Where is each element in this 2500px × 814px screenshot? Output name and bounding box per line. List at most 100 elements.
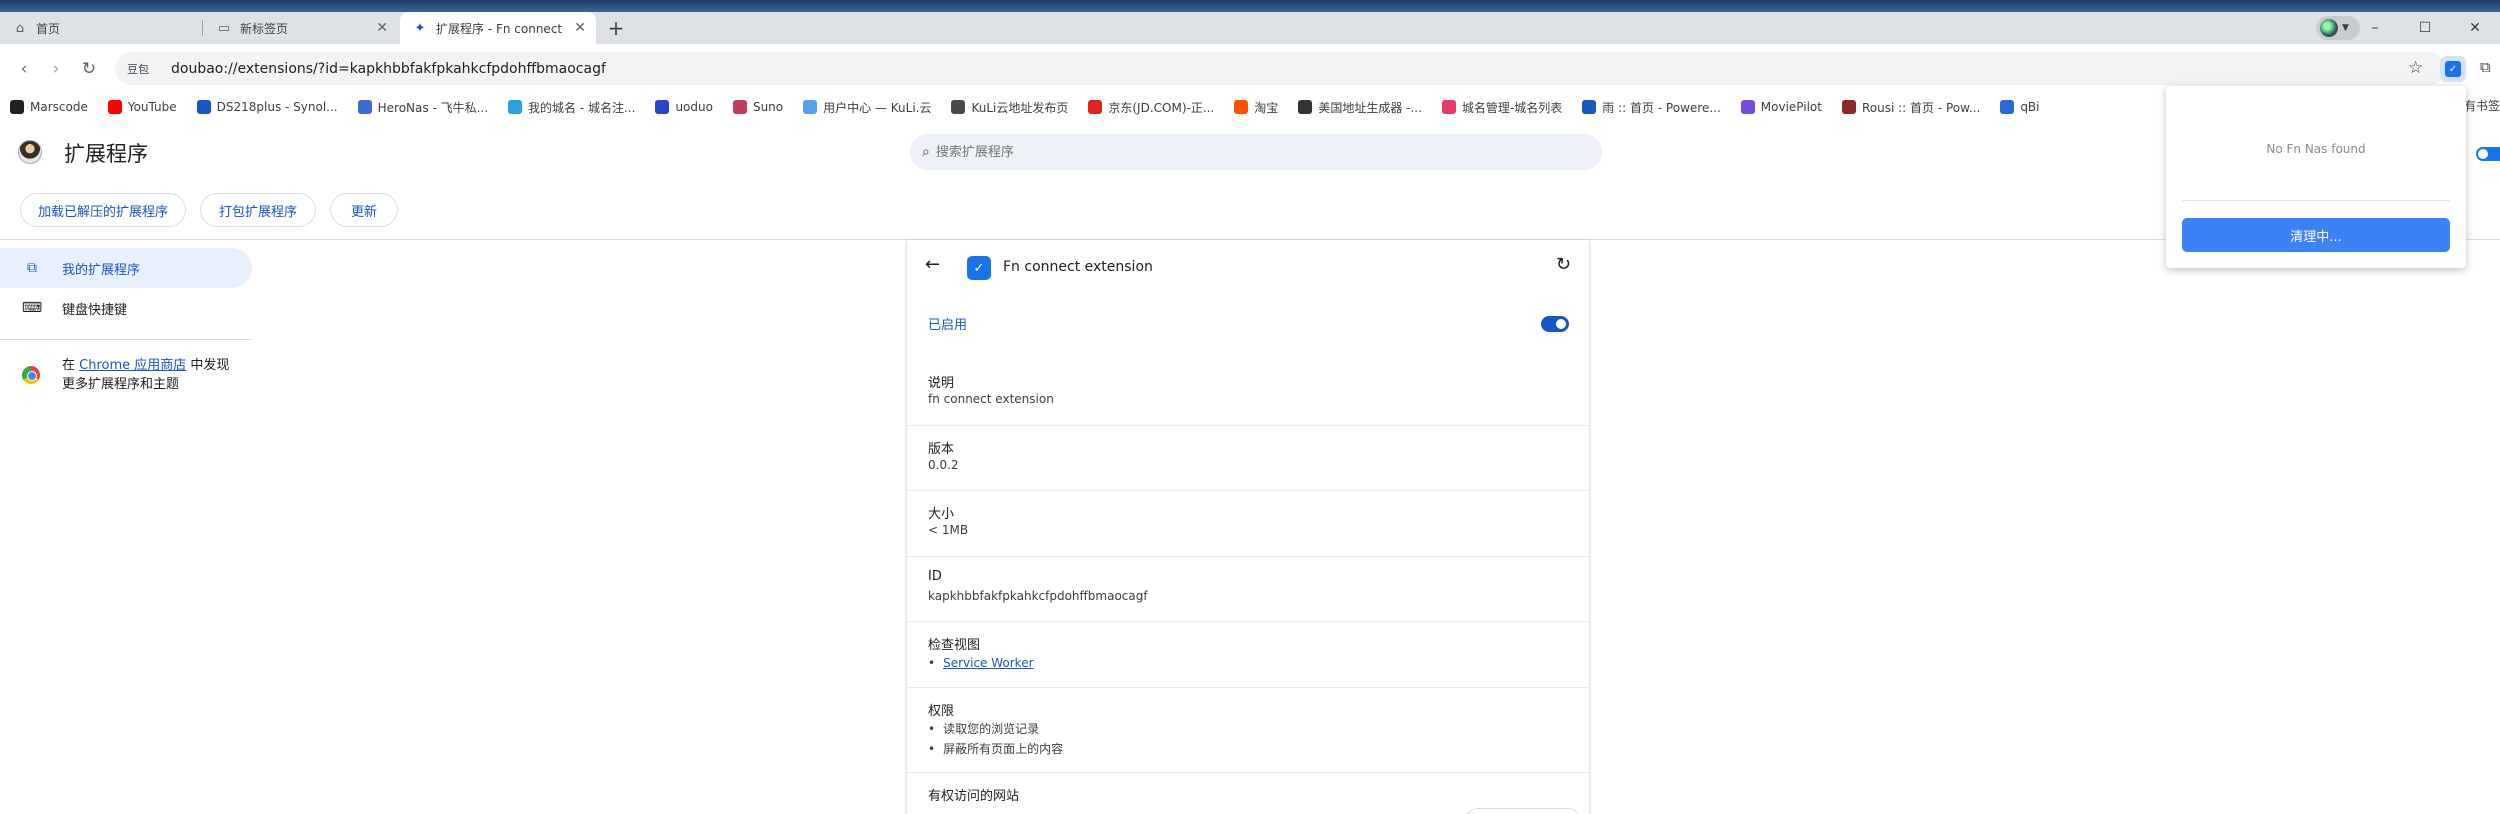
sidebar-item-keyboard-shortcuts[interactable]: ⌨ 键盘快捷键: [0, 288, 127, 328]
tab-label: 首页: [36, 21, 61, 36]
bookmark-item[interactable]: 雨 :: 首页 - Powere...: [1582, 99, 1721, 116]
enabled-toggle[interactable]: [1541, 316, 1569, 332]
bookmark-item[interactable]: Marscode: [10, 100, 88, 114]
search-box[interactable]: ⌕: [910, 134, 1602, 170]
other-bookmarks[interactable]: 有书签: [2461, 97, 2500, 114]
details-header: ← ✓ Fn connect extension ↻: [907, 240, 1589, 296]
id-label: ID: [928, 569, 942, 584]
close-icon[interactable]: ✕: [574, 20, 586, 36]
tab-label: 新标签页: [240, 21, 289, 36]
list-item: 屏蔽所有页面上的内容: [928, 739, 1063, 759]
maximize-icon[interactable]: ☐: [2400, 20, 2450, 36]
fn-connect-icon: ✓: [2445, 61, 2461, 77]
bookmark-item[interactable]: KuLi云地址发布页: [951, 99, 1068, 116]
back-arrow-icon[interactable]: ←: [925, 254, 940, 275]
minimize-icon[interactable]: –: [2350, 20, 2400, 36]
bookmark-label: KuLi云地址发布页: [971, 100, 1069, 115]
close-window-icon[interactable]: ✕: [2450, 20, 2500, 36]
bookmark-label: 我的城名 - 城名注...: [528, 100, 636, 115]
bookmark-item[interactable]: 美国地址生成器 -...: [1298, 99, 1422, 116]
service-worker-link[interactable]: Service Worker: [943, 656, 1033, 670]
tab-new-tab[interactable]: ▭ 新标签页 ✕: [204, 12, 398, 44]
bookmark-item[interactable]: 京东(JD.COM)-正...: [1088, 99, 1214, 116]
bookmark-favicon-icon: [732, 100, 747, 114]
bookmark-favicon-icon: [803, 100, 818, 114]
bookmark-item[interactable]: Suno: [732, 100, 784, 114]
extension-details-card: ← ✓ Fn connect extension ↻ 已启用 说明 fn con…: [907, 240, 1589, 814]
back-icon[interactable]: ‹: [13, 58, 35, 80]
site-chip[interactable]: 豆包: [127, 61, 149, 77]
list-item: Service Worker: [928, 653, 1033, 673]
pack-extension-button[interactable]: 打包扩展程序: [200, 193, 316, 227]
search-input[interactable]: [935, 144, 1536, 160]
bookmark-item[interactable]: HeroNas - 飞牛私...: [357, 99, 488, 116]
bookmark-label: 京东(JD.COM)-正...: [1108, 100, 1215, 115]
keyboard-icon: ⌨: [21, 300, 43, 316]
fn-connect-icon: ✓: [967, 256, 991, 280]
bookmark-favicon-icon: [1234, 100, 1249, 114]
chrome-web-store-link[interactable]: Chrome 应用商店: [79, 358, 186, 373]
bookmark-favicon-icon: [357, 100, 372, 114]
fn-connect-extension-button[interactable]: ✓: [2440, 56, 2466, 82]
bookmark-item[interactable]: 用户中心 — KuLi.云: [803, 99, 931, 116]
developer-mode-toggle[interactable]: [2476, 147, 2500, 161]
enabled-label: 已启用: [928, 318, 968, 333]
tab-extensions[interactable]: ✦ 扩展程序 - Fn connect ✕: [400, 12, 596, 44]
store-text-pre: 在: [62, 358, 80, 373]
site-access-label: 有权访问的网站: [928, 789, 1020, 804]
inspect-views-row: 检查视图 Service Worker: [907, 622, 1589, 688]
sidebar-item-my-extensions[interactable]: ⧉ 我的扩展程序: [0, 248, 252, 288]
bookmark-star-icon[interactable]: ☆: [2408, 58, 2423, 78]
inspect-views-label: 检查视图: [928, 638, 981, 653]
forward-icon[interactable]: ›: [45, 58, 67, 80]
bookmark-label: Marscode: [30, 100, 88, 114]
update-button[interactable]: 更新: [330, 193, 398, 227]
bookmark-label: Suno: [752, 100, 784, 114]
bookmark-label: uoduo: [675, 100, 713, 114]
tab-label: 扩展程序 - Fn connect: [436, 21, 563, 36]
bookmark-label: MoviePilot: [1760, 100, 1822, 114]
bookmark-item[interactable]: Rousi :: 首页 - Pow...: [1841, 99, 1981, 116]
bookmark-label: Rousi :: 首页 - Pow...: [1861, 100, 1981, 115]
bookmarks-bar: Marscode YouTube DS218plus - Synol... HeroN…: [0, 94, 2500, 120]
bookmark-item[interactable]: DS218plus - Synol...: [196, 100, 338, 114]
bookmark-label: 淘宝: [1254, 100, 1279, 115]
puzzle-icon: ⧉: [27, 260, 37, 276]
tab-home[interactable]: ⌂ 首页: [0, 12, 200, 44]
chrome-store-icon: [22, 366, 40, 384]
popup-message: No Fn Nas found: [2266, 142, 2366, 156]
bookmark-item[interactable]: uoduo: [655, 100, 713, 114]
bookmark-item[interactable]: 城名管理-城名列表: [1441, 99, 1563, 116]
reload-icon[interactable]: ↻: [78, 58, 100, 80]
bookmark-favicon-icon: [1582, 100, 1597, 114]
bookmark-item[interactable]: YouTube: [107, 100, 177, 114]
inspect-views-list: Service Worker: [928, 653, 1033, 673]
avatar: [2320, 19, 2338, 37]
bookmark-favicon-icon: [1740, 100, 1755, 114]
site-access-select[interactable]: [1467, 808, 1579, 814]
bookmark-label: qBi: [2020, 100, 2040, 114]
list-item: 读取您的浏览记录: [928, 719, 1063, 739]
description-row: 说明 fn connect extension: [907, 360, 1589, 426]
bookmark-label: 城名管理-城名列表: [1461, 100, 1563, 115]
close-icon[interactable]: ✕: [376, 20, 388, 36]
bookmark-item[interactable]: 我的城名 - 城名注...: [508, 99, 635, 116]
bookmark-item[interactable]: qBi: [2000, 100, 2040, 114]
reload-extension-icon[interactable]: ↻: [1556, 254, 1571, 275]
url-text[interactable]: doubao://extensions/?id=kapkhbbfakfpkahk…: [171, 61, 606, 77]
bookmark-item[interactable]: MoviePilot: [1740, 100, 1822, 114]
store-promo: 在 Chrome 应用商店 中发现更多扩展程序和主题: [62, 356, 242, 394]
bookmark-favicon-icon: [655, 100, 670, 114]
address-bar[interactable]: 豆包 doubao://extensions/?id=kapkhbbfakfpk…: [115, 52, 2445, 85]
extensions-menu-icon[interactable]: ⧉: [2480, 58, 2491, 76]
new-tab-button[interactable]: +: [604, 16, 628, 40]
permissions-list: 读取您的浏览记录 屏蔽所有页面上的内容: [928, 719, 1063, 759]
bookmark-item[interactable]: 淘宝: [1234, 99, 1278, 116]
cleaning-button[interactable]: 清理中...: [2182, 218, 2450, 252]
bookmark-label: DS218plus - Synol...: [216, 100, 338, 114]
size-value: < 1MB: [928, 523, 969, 537]
bookmark-favicon-icon: [10, 100, 24, 114]
bookmark-label: 用户中心 — KuLi.云: [823, 100, 932, 115]
load-unpacked-button[interactable]: 加载已解压的扩展程序: [20, 193, 186, 227]
description-value: fn connect extension: [928, 392, 1054, 406]
